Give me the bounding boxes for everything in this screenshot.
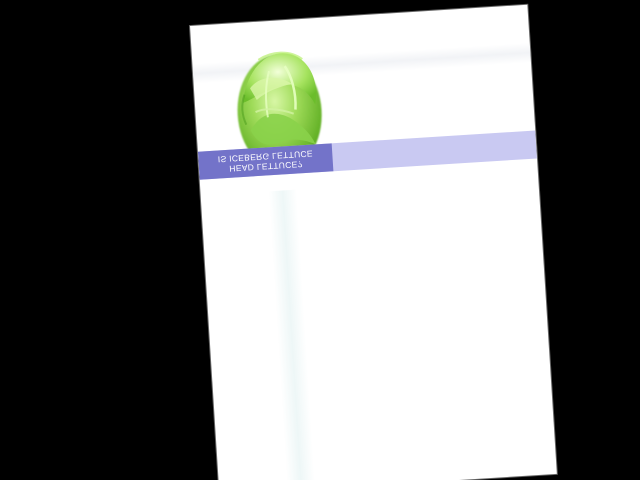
paper-sheet: HEAD LETTUCE? IS ICEBERG LETTUCE xyxy=(190,4,557,480)
scene: HEAD LETTUCE? IS ICEBERG LETTUCE xyxy=(0,0,640,480)
faint-stem xyxy=(268,189,316,480)
